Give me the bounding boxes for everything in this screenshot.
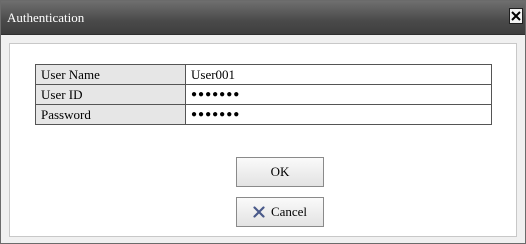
title-bar[interactable]: Authentication: [1, 1, 525, 35]
x-icon: [253, 206, 265, 218]
ok-button[interactable]: OK: [236, 157, 324, 187]
table-row: User ID ●●●●●●●: [35, 84, 492, 105]
cancel-button-label: Cancel: [270, 204, 308, 219]
ok-button-label: OK: [270, 164, 290, 179]
user-name-label: User Name: [35, 64, 186, 85]
user-id-label: User ID: [35, 84, 186, 105]
table-row: Password ●●●●●●●: [35, 104, 492, 125]
password-label: Password: [35, 104, 186, 125]
cancel-button[interactable]: Cancel: [236, 197, 324, 227]
user-name-value[interactable]: User001: [185, 64, 492, 85]
dialog-title: Authentication: [7, 10, 85, 25]
authentication-dialog: Authentication User Name User001 User ID…: [0, 0, 526, 244]
user-id-field[interactable]: ●●●●●●●: [185, 84, 492, 105]
close-icon: [511, 11, 521, 21]
password-field[interactable]: ●●●●●●●: [185, 104, 492, 125]
table-row: User Name User001: [35, 64, 492, 85]
close-button[interactable]: [509, 8, 523, 24]
credentials-table: User Name User001 User ID ●●●●●●● Passwo…: [35, 64, 492, 125]
